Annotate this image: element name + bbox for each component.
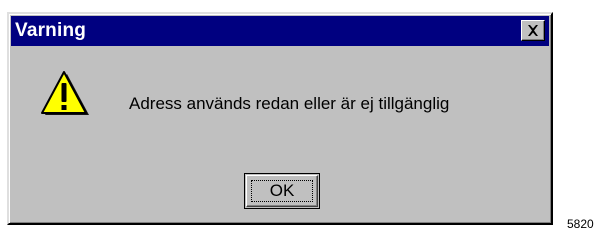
title-bar[interactable]: Varning xyxy=(11,16,549,46)
dialog-message: Adress används redan eller är ej tillgän… xyxy=(129,94,450,113)
figure-number: 5820 xyxy=(567,217,594,231)
close-button[interactable] xyxy=(521,20,545,41)
warning-icon xyxy=(41,71,89,115)
close-icon xyxy=(528,25,538,36)
dialog-title: Varning xyxy=(15,20,87,41)
ok-button[interactable]: OK xyxy=(244,173,320,209)
ok-button-label: OK xyxy=(269,181,295,200)
warning-dialog: Varning Adress används redan eller är ej… xyxy=(7,12,553,225)
